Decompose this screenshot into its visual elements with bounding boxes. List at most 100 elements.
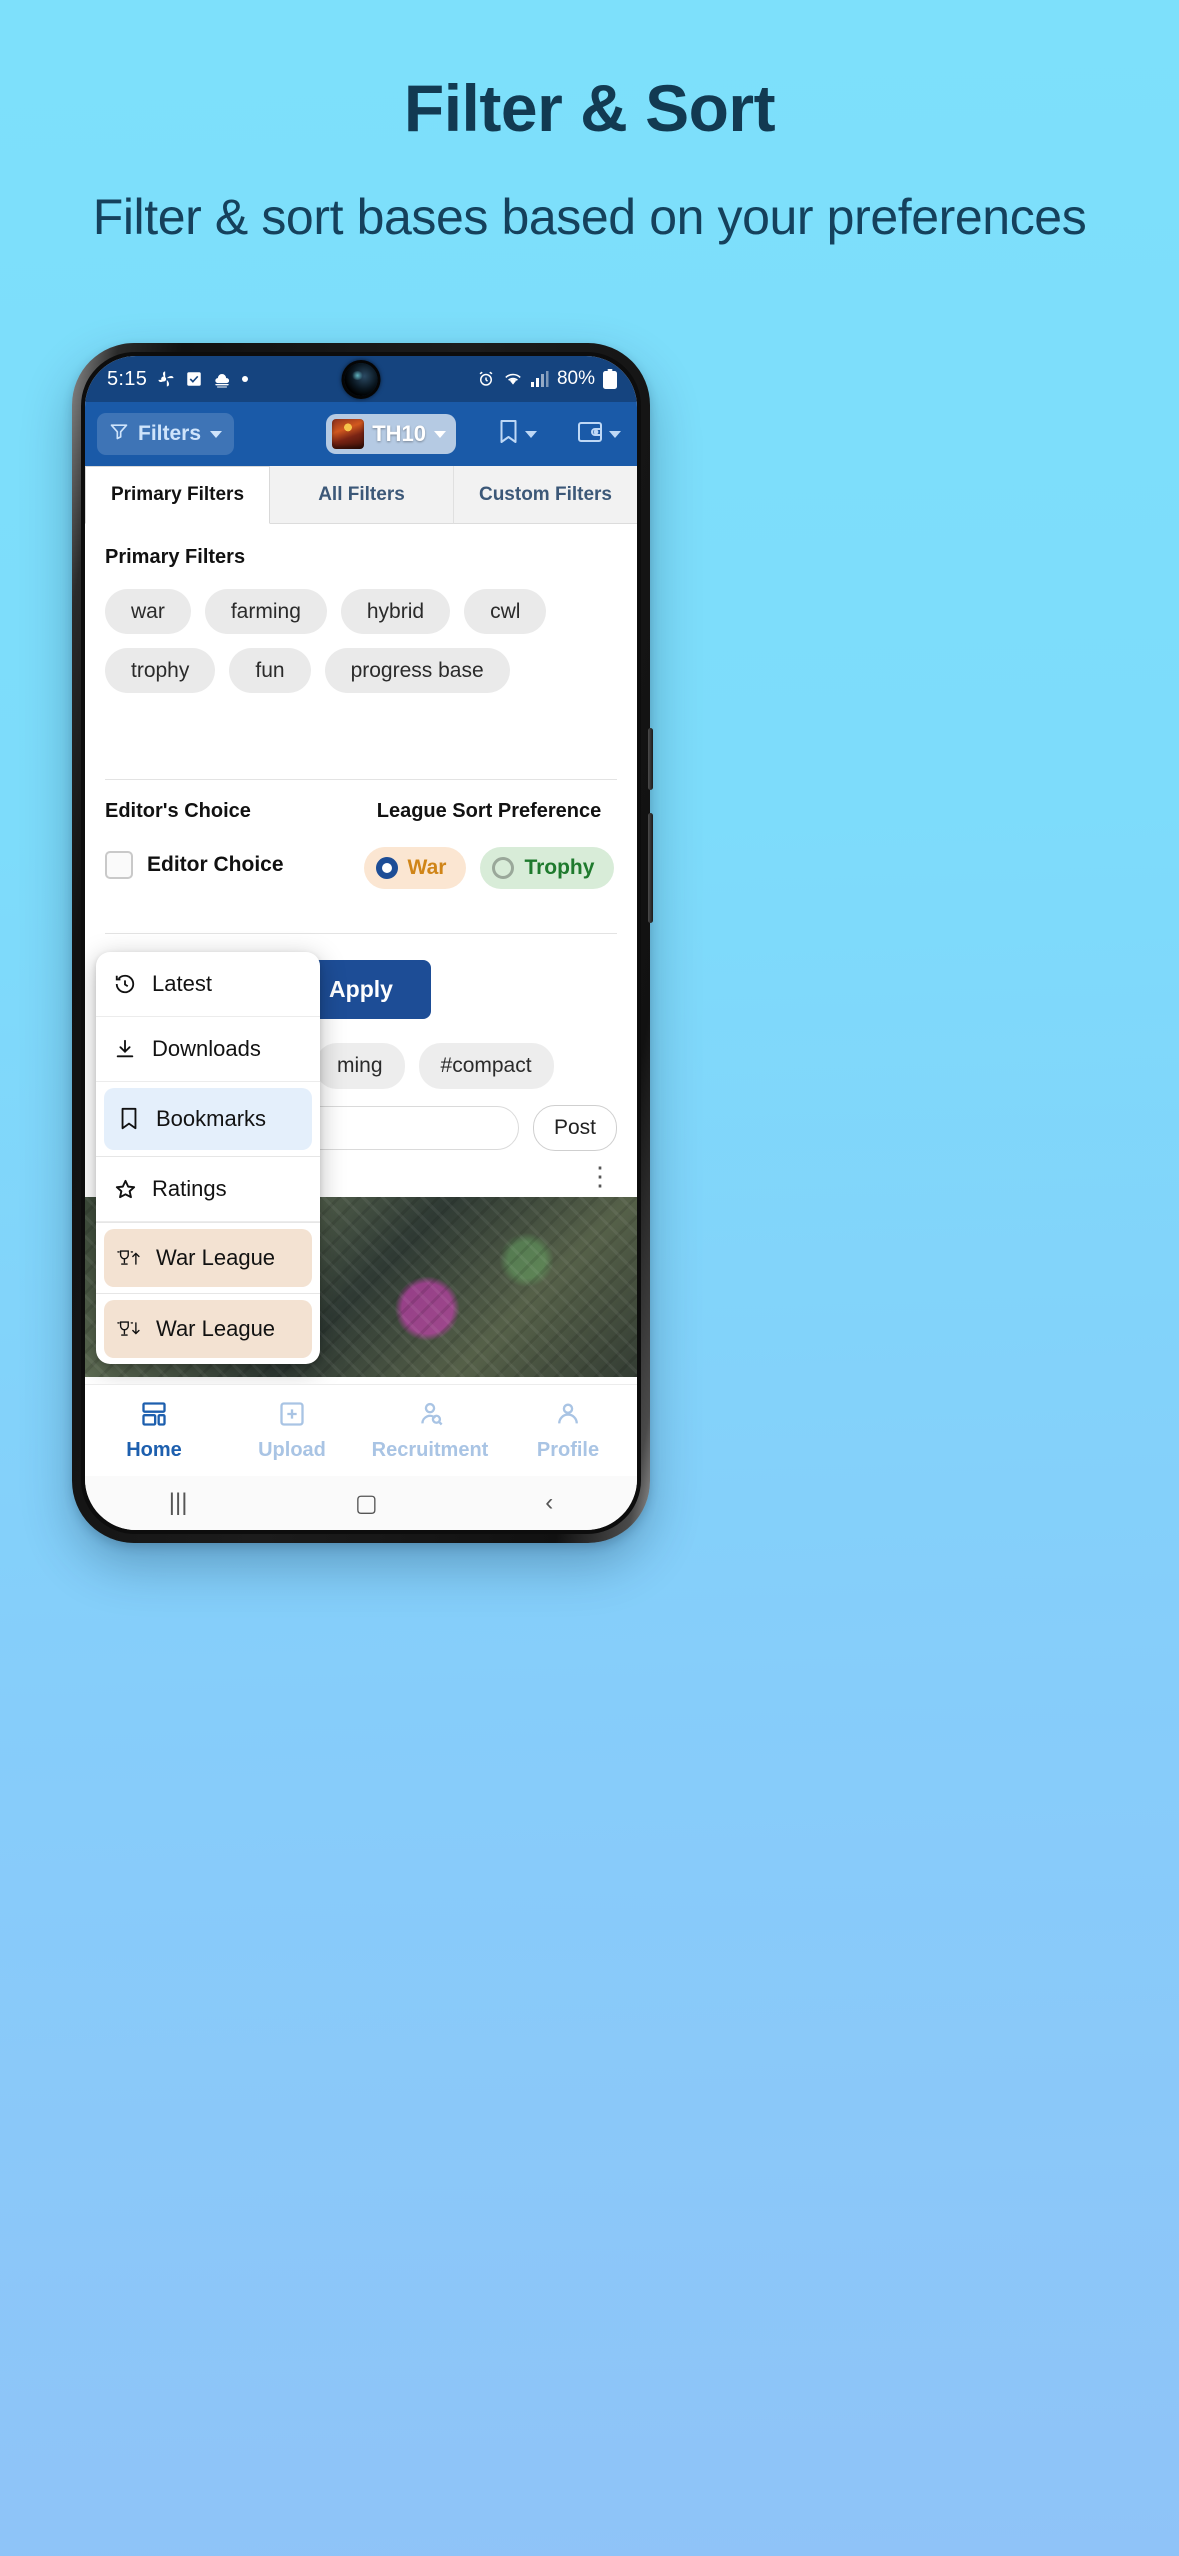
editor-choice-checkbox-row[interactable]: Editor Choice [105, 851, 361, 879]
editor-choice-checkbox[interactable] [105, 851, 133, 879]
star-icon [112, 1178, 138, 1201]
filter-chip[interactable]: trophy [105, 648, 216, 693]
post-button[interactable]: Post [532, 1105, 617, 1151]
pinwheel-icon [156, 369, 176, 389]
filter-chip[interactable]: fun [229, 648, 311, 693]
radio-unselected-icon [492, 857, 515, 879]
system-navigation-bar: ||| ▢ ‹ [85, 1476, 637, 1530]
bookmark-icon [116, 1107, 142, 1131]
nav-item-home[interactable]: Home [85, 1400, 223, 1462]
status-bar: 5:15 80% [85, 356, 637, 402]
primary-filters-section: Primary Filters war farming hybrid cwl t… [85, 524, 637, 693]
bookmark-icon [498, 419, 519, 450]
dropdown-item-bookmarks[interactable]: Bookmarks [104, 1088, 312, 1150]
filter-funnel-icon [109, 421, 129, 447]
townhall-icon [332, 419, 365, 449]
wallet-icon [577, 420, 603, 449]
power-button[interactable] [648, 813, 653, 923]
promo-title: Filter & Sort [403, 71, 776, 145]
nav-item-profile[interactable]: Profile [499, 1400, 637, 1462]
back-icon[interactable]: ‹ [545, 1489, 553, 1517]
league-option-war[interactable]: War [363, 847, 467, 889]
filter-sheet: Primary Filters All Filters Custom Filte… [85, 466, 637, 1029]
editors-choice-heading: Editor's Choice [105, 800, 251, 822]
recents-icon[interactable]: ||| [169, 1489, 188, 1517]
checkbox-icon [185, 370, 203, 388]
volume-button[interactable] [648, 728, 653, 790]
nav-item-upload[interactable]: Upload [223, 1400, 361, 1462]
wallet-button[interactable] [573, 414, 625, 455]
dropdown-item-latest[interactable]: Latest [96, 952, 320, 1017]
nav-label-upload: Upload [258, 1438, 326, 1461]
filter-chip-list: war farming hybrid cwl trophy fun progre… [105, 589, 617, 693]
dropdown-item-label: Latest [152, 971, 212, 996]
editors-choice-section: Editor's Choice Editor Choice [105, 800, 361, 889]
league-sort-section: League Sort Preference War Trophy [361, 800, 617, 889]
dropdown-item-label: Bookmarks [156, 1106, 267, 1131]
dropdown-item-ratings[interactable]: Ratings [96, 1157, 320, 1222]
history-clock-icon [112, 973, 138, 995]
chevron-down-icon [210, 430, 223, 438]
promo-subtitle: Filter & sort bases based on your prefer… [92, 188, 1087, 245]
radio-selected-icon [375, 857, 398, 879]
app-toolbar: Filters TH10 [85, 402, 637, 466]
filter-tabs: Primary Filters All Filters Custom Filte… [85, 466, 637, 524]
league-sort-options: War Trophy [361, 847, 617, 889]
townhall-label: TH10 [372, 421, 426, 446]
home-icon[interactable]: ▢ [355, 1489, 378, 1518]
filter-chip[interactable]: cwl [464, 589, 547, 634]
league-option-trophy-label: Trophy [524, 856, 595, 879]
bottom-navigation: Home Upload Recruitment Profile [85, 1384, 637, 1476]
league-option-war-label: War [407, 856, 447, 879]
dropdown-divider [96, 1293, 320, 1294]
tab-primary-filters[interactable]: Primary Filters [85, 466, 270, 524]
dropdown-item-label: Ratings [152, 1176, 227, 1201]
tab-all-filters[interactable]: All Filters [270, 466, 454, 524]
front-camera [344, 363, 378, 396]
dropdown-item-label: War League [156, 1316, 276, 1341]
tab-custom-filters[interactable]: Custom Filters [454, 466, 637, 524]
filter-chip[interactable]: progress base [324, 648, 510, 693]
alarm-icon [477, 370, 495, 388]
person-icon [554, 1400, 582, 1433]
dropdown-item-downloads[interactable]: Downloads [96, 1017, 320, 1082]
league-option-trophy[interactable]: Trophy [480, 847, 615, 889]
promo-header: Filter & Sort Filter & sort bases based … [0, 0, 1179, 249]
dashboard-icon [140, 1400, 168, 1433]
feed-tag[interactable]: ming [315, 1043, 405, 1089]
bookmark-button[interactable] [494, 413, 541, 456]
wifi-icon [503, 371, 523, 387]
status-time: 5:15 [107, 367, 148, 390]
cloud-icon [212, 370, 232, 388]
comment-input[interactable] [295, 1106, 519, 1150]
feed-tag[interactable]: #compact [418, 1043, 554, 1089]
dropdown-item-label: Downloads [152, 1036, 261, 1061]
signal-icon [530, 371, 549, 387]
filters-button[interactable]: Filters [97, 413, 235, 455]
more-vertical-icon[interactable]: ⋮ [587, 1163, 613, 1188]
dropdown-item-war-league-desc[interactable]: War League [104, 1300, 312, 1358]
battery-percent: 80% [556, 368, 595, 389]
nav-label-home: Home [126, 1438, 182, 1461]
trophy-up-icon [116, 1247, 142, 1269]
filter-chip[interactable]: farming [204, 589, 327, 634]
chevron-down-icon [434, 430, 446, 438]
chevron-down-icon [525, 430, 537, 438]
nav-label-recruitment: Recruitment [371, 1438, 489, 1461]
dot-icon [241, 375, 249, 383]
filter-chip[interactable]: war [105, 589, 191, 634]
nav-item-recruitment[interactable]: Recruitment [361, 1400, 499, 1462]
league-sort-heading: League Sort Preference [376, 800, 602, 822]
phone-screen: 5:15 80% Filters TH10 Primary Filters Al… [85, 356, 637, 1530]
download-icon [112, 1038, 138, 1060]
dropdown-item-war-league-asc[interactable]: War League [104, 1229, 312, 1287]
chevron-down-icon [609, 430, 621, 438]
preferences-row: Editor's Choice Editor Choice League Sor… [85, 780, 637, 889]
filter-chip[interactable]: hybrid [340, 589, 451, 634]
filters-label: Filters [138, 422, 202, 445]
townhall-selector[interactable]: TH10 [326, 414, 456, 454]
nav-label-profile: Profile [536, 1438, 600, 1461]
primary-filters-heading: Primary Filters [105, 546, 246, 568]
person-search-icon [416, 1400, 444, 1433]
dropdown-item-label: War League [156, 1245, 276, 1270]
